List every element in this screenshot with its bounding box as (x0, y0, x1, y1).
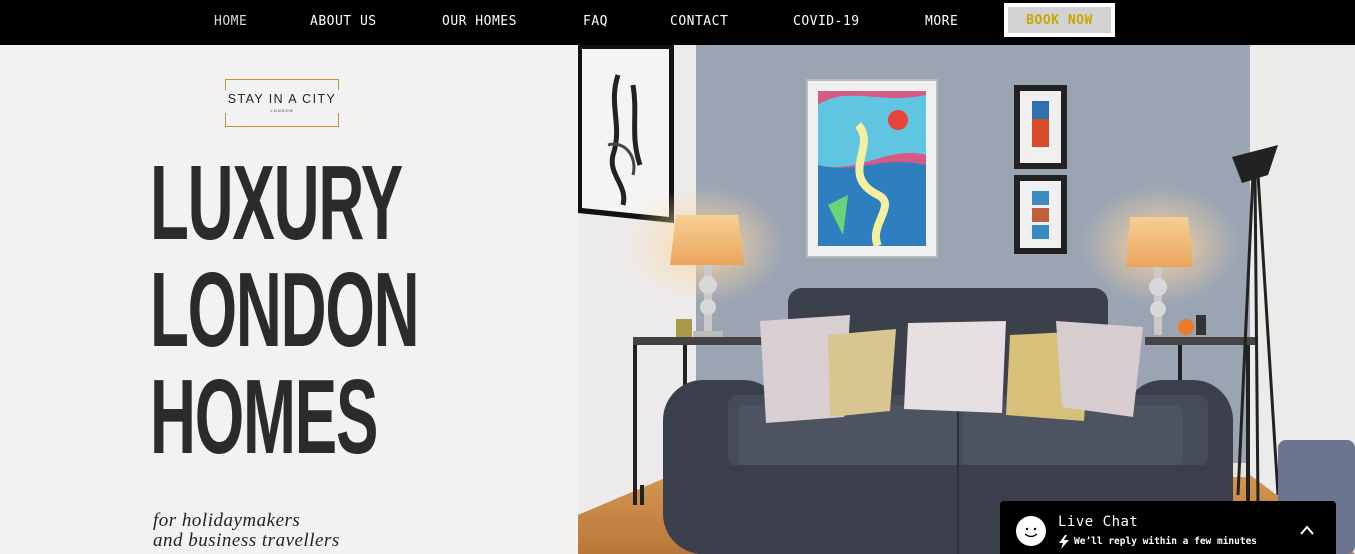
lightning-icon (1058, 535, 1070, 549)
hero-headline: LUXURY LONDON HOMES (150, 144, 420, 476)
live-chat-widget[interactable]: Live Chat We’ll reply within a few minut… (1000, 501, 1336, 554)
logo-name: STAY IN A CITY (227, 92, 337, 106)
nav-faq[interactable]: FAQ (583, 14, 608, 29)
live-chat-title: Live Chat (1058, 514, 1139, 530)
logo-city: LONDON (270, 108, 294, 113)
nav-more[interactable]: MORE (925, 14, 958, 29)
tagline-line-1: for holidaymakers (153, 510, 301, 531)
book-now-label: BOOK NOW (1008, 7, 1111, 33)
tagline-line-2: and business travellers (153, 530, 340, 551)
nav-our-homes[interactable]: OUR HOMES (442, 14, 517, 29)
living-room-photo (578, 45, 1355, 554)
chevron-up-icon[interactable] (1299, 523, 1315, 535)
nav-home[interactable]: HOME (214, 14, 247, 29)
hero-tagline: for holidaymakers and business traveller… (153, 511, 340, 551)
nav-covid-19[interactable]: COVID-19 (793, 14, 860, 29)
headline-line-3: HOMES (150, 358, 378, 476)
nav-about-us[interactable]: ABOUT US (310, 14, 377, 29)
headline-line-2: LONDON (150, 251, 420, 369)
live-chat-subtitle: We’ll reply within a few minutes (1074, 536, 1258, 547)
book-now-button[interactable]: BOOK NOW (1004, 3, 1115, 37)
nav-contact[interactable]: CONTACT (670, 14, 728, 29)
hero-text-panel: STAY IN A CITY LONDON LUXURY LONDON HOME… (0, 45, 578, 554)
headline-line-1: LUXURY (150, 144, 403, 262)
smiley-icon (1016, 516, 1046, 546)
living-room-illustration (578, 45, 1355, 554)
top-navigation: HOME ABOUT US OUR HOMES FAQ CONTACT COVI… (0, 0, 1355, 45)
site-logo[interactable]: STAY IN A CITY LONDON (213, 79, 351, 127)
